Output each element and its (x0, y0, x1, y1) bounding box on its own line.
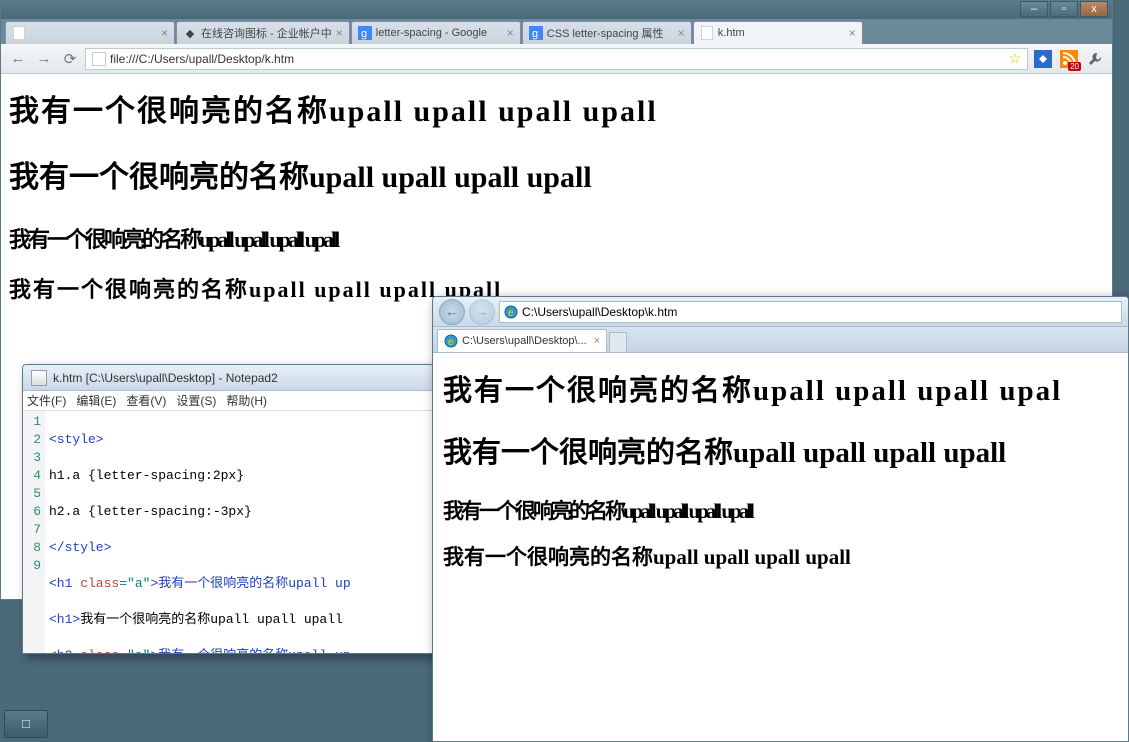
tab-label: letter-spacing - Google (376, 27, 487, 39)
ie-favicon-icon: e (444, 334, 458, 348)
ie-back-button[interactable]: ← (439, 299, 465, 325)
chrome-toolbar: ← → ⟳ file:///C:/Users/upall/Desktop/k.h… (1, 44, 1112, 74)
reload-button[interactable]: ⟳ (59, 48, 81, 70)
forward-button[interactable]: → (33, 48, 55, 70)
ie-url-text: C:\Users\upall\Desktop\k.htm (522, 305, 677, 319)
close-tab-icon[interactable]: × (678, 26, 685, 40)
close-tab-icon[interactable]: × (336, 26, 343, 40)
menu-view[interactable]: 查看(V) (126, 392, 166, 409)
taskbar-app-button[interactable]: ☐ (4, 710, 48, 738)
file-favicon-icon (700, 26, 714, 40)
heading-h1-a: 我有一个很响亮的名称upall upall upall upall (9, 86, 1104, 130)
chrome-tab-3[interactable]: g CSS letter-spacing 属性 × (522, 21, 692, 44)
favicon-icon: ◆ (183, 26, 197, 40)
page-icon (92, 52, 106, 66)
chrome-page-content: 我有一个很响亮的名称upall upall upall upall 我有一个很响… (1, 74, 1112, 316)
notepad2-app-icon (31, 370, 47, 386)
blank-page-icon (12, 26, 26, 40)
extension-icon[interactable] (1032, 48, 1054, 70)
notepad2-titlebar[interactable]: k.htm [C:\Users\upall\Desktop] - Notepad… (23, 365, 433, 391)
chrome-tab-1[interactable]: ◆ 在线咨询图标 - 企业帐户中 × (176, 21, 350, 44)
menu-file[interactable]: 文件(F) (27, 392, 66, 409)
ie-titlebar[interactable]: ← → e C:\Users\upall\Desktop\k.htm (433, 297, 1128, 327)
ie-tab-label: C:\Users\upall\Desktop\... (462, 335, 587, 347)
heading-h2-a: 我有一个很响亮的名称upall upall upall upall (443, 495, 1118, 525)
heading-h1: 我有一个很响亮的名称upall upall upall upall (9, 152, 1104, 196)
notepad2-menubar: 文件(F) 编辑(E) 查看(V) 设置(S) 帮助(H) (23, 391, 433, 411)
svg-text:g: g (532, 28, 538, 40)
ie-favicon-icon: e (504, 305, 518, 319)
chrome-tab-0[interactable]: × (5, 21, 175, 44)
menu-help[interactable]: 帮助(H) (226, 392, 267, 409)
tab-label: k.htm (718, 27, 745, 39)
chrome-minimize-button[interactable]: – (1020, 1, 1048, 17)
svg-text:e: e (508, 308, 514, 319)
tab-label: CSS letter-spacing 属性 (547, 25, 664, 41)
ie-tab-0[interactable]: e C:\Users\upall\Desktop\... × (437, 329, 607, 352)
url-text: file:///C:/Users/upall/Desktop/k.htm (110, 52, 294, 66)
wrench-icon[interactable] (1084, 48, 1106, 70)
heading-h1-a: 我有一个很响亮的名称upall upall upall upal (443, 367, 1118, 409)
chrome-tabstrip: × ◆ 在线咨询图标 - 企业帐户中 × g letter-spacing - Goo… (1, 19, 1112, 44)
ie-window: ← → e C:\Users\upall\Desktop\k.htm e C:\… (432, 296, 1129, 742)
close-tab-icon[interactable]: × (507, 26, 514, 40)
google-favicon-icon: g (529, 26, 543, 40)
rss-badge: 20 (1068, 62, 1081, 71)
ie-forward-button[interactable]: → (469, 299, 495, 325)
heading-h1: 我有一个很响亮的名称upall upall upall upall (443, 429, 1118, 471)
heading-h2: 我有一个很响亮的名称upall upall upall upall (443, 541, 1118, 571)
menu-settings[interactable]: 设置(S) (176, 392, 216, 409)
notepad2-editor[interactable]: 123456789 <style> h1.a {letter-spacing:2… (23, 411, 433, 653)
rss-icon[interactable]: 20 (1058, 48, 1080, 70)
line-number-gutter: 123456789 (23, 411, 45, 653)
notepad2-title: k.htm [C:\Users\upall\Desktop] - Notepad… (53, 371, 278, 385)
chrome-maximize-button[interactable]: ▫ (1050, 1, 1078, 17)
menu-edit[interactable]: 编辑(E) (76, 392, 116, 409)
chrome-tab-4[interactable]: k.htm × (693, 21, 863, 44)
chrome-titlebar: – ▫ x (1, 1, 1112, 19)
ie-new-tab-button[interactable] (609, 332, 627, 352)
ie-address-bar[interactable]: e C:\Users\upall\Desktop\k.htm (499, 301, 1122, 323)
address-bar[interactable]: file:///C:/Users/upall/Desktop/k.htm ☆ (85, 48, 1028, 70)
bookmark-star-icon[interactable]: ☆ (1008, 50, 1021, 67)
code-area[interactable]: <style> h1.a {letter-spacing:2px} h2.a {… (45, 411, 433, 653)
chrome-close-button[interactable]: x (1080, 1, 1108, 17)
google-favicon-icon: g (358, 26, 372, 40)
notepad2-window: k.htm [C:\Users\upall\Desktop] - Notepad… (22, 364, 434, 654)
ie-page-content: 我有一个很响亮的名称upall upall upall upal 我有一个很响亮… (433, 353, 1128, 585)
tab-label: 在线咨询图标 - 企业帐户中 (201, 25, 332, 41)
svg-text:e: e (448, 337, 454, 348)
close-tab-icon[interactable]: × (849, 26, 856, 40)
back-button[interactable]: ← (7, 48, 29, 70)
ie-close-tab-icon[interactable]: × (594, 335, 600, 347)
heading-h2-a: 我有一个很响亮的名称upall upall upall upall (9, 222, 1104, 254)
chrome-tab-2[interactable]: g letter-spacing - Google × (351, 21, 521, 44)
close-tab-icon[interactable]: × (161, 26, 168, 40)
ie-tabstrip: e C:\Users\upall\Desktop\... × (433, 327, 1128, 353)
svg-text:g: g (361, 28, 367, 40)
